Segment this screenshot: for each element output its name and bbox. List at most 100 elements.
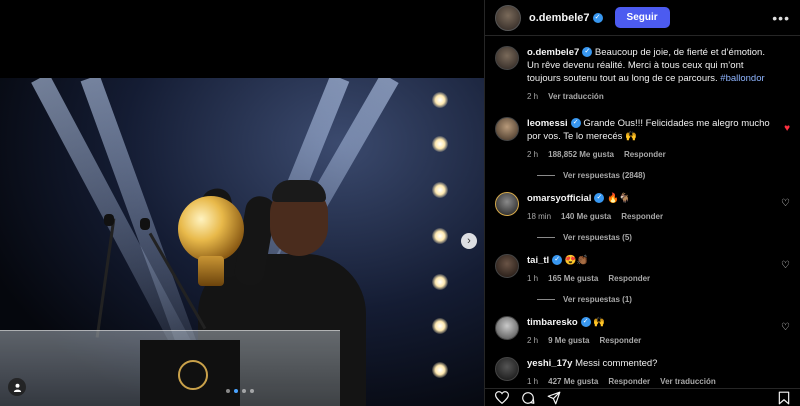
caption-meta: 2 h Ver traducción — [527, 90, 772, 103]
comment-time: 2 h — [527, 150, 539, 159]
verified-badge-icon: ✓ — [580, 317, 591, 328]
comment-text: 🔥🐐 — [607, 193, 631, 204]
instagram-post-view: › o.dembele7 ✓ Seguir ••• o.dembele7 ✓ B… — [0, 0, 800, 406]
comment-time: 1 h — [527, 377, 539, 386]
microphone — [104, 214, 114, 226]
stage-light — [432, 228, 448, 244]
comment-meta: 2 h 9 Me gusta Responder — [527, 334, 641, 347]
view-replies-link[interactable]: Ver respuestas (2848) — [537, 171, 790, 180]
trophy-stem — [198, 256, 224, 286]
comment-likes[interactable]: 9 Me gusta — [548, 334, 589, 347]
follow-button[interactable]: Seguir — [614, 7, 670, 28]
user-tags-button[interactable] — [8, 378, 26, 396]
author-avatar[interactable] — [495, 46, 519, 70]
more-horizontal-icon[interactable]: ••• — [772, 10, 790, 26]
comment-text: 😍👏🏾 — [564, 255, 589, 266]
comment-item: omarsyofficial ✓ 🔥🐐 18 min 140 Me gusta R… — [495, 192, 790, 223]
stage-light — [432, 182, 448, 198]
replies-divider — [537, 299, 555, 300]
comment-likes[interactable]: 188,852 Me gusta — [548, 148, 614, 161]
comment-item: tai_tl ✓ 😍👏🏾 1 h 165 Me gusta Responder ♡ — [495, 254, 790, 285]
comment-item: yeshi_17y Messi commented? 1 h 427 Me gu… — [495, 357, 790, 388]
heart-icon[interactable]: ♡ — [781, 260, 790, 271]
commenter-username[interactable]: omarsyofficial — [527, 193, 591, 204]
replies-divider — [537, 237, 555, 238]
commenter-avatar[interactable] — [495, 192, 519, 216]
translate-link[interactable]: Ver traducción — [660, 375, 716, 388]
author-avatar[interactable] — [495, 4, 521, 31]
verified-badge-icon: ✓ — [552, 255, 563, 266]
carousel-dot-active — [234, 389, 238, 393]
commenter-username[interactable]: timbaresko — [527, 317, 578, 328]
share-icon[interactable] — [547, 391, 561, 405]
bookmark-icon[interactable] — [778, 391, 790, 405]
comment-likes[interactable]: 427 Me gusta — [548, 375, 598, 388]
stage-light — [432, 136, 448, 152]
verified-badge-icon: ✓ — [582, 47, 593, 58]
reply-link[interactable]: Responder — [608, 272, 650, 285]
post-actions-bar — [485, 388, 800, 406]
microphone — [140, 218, 150, 230]
person-hair — [272, 180, 326, 202]
view-replies-label[interactable]: Ver respuestas (2848) — [563, 171, 645, 180]
stage-light — [432, 362, 448, 378]
view-replies-link[interactable]: Ver respuestas (5) — [537, 233, 790, 242]
comment-time: 2 h — [527, 336, 539, 345]
commenter-avatar[interactable] — [495, 316, 519, 340]
comment-item: leomessi ✓ Grande Ous!!! Felicidades me a… — [495, 117, 790, 161]
stage-light — [432, 274, 448, 290]
post-header: o.dembele7 ✓ Seguir ••• — [485, 0, 800, 36]
view-replies-link[interactable]: Ver respuestas (1) — [537, 295, 790, 304]
reply-link[interactable]: Responder — [599, 334, 641, 347]
translate-link[interactable]: Ver traducción — [548, 90, 604, 103]
heart-icon[interactable]: ♡ — [781, 322, 790, 333]
comment-icon[interactable] — [521, 391, 535, 405]
comment-time: 1 h — [527, 274, 539, 283]
ballon-dor-emblem — [178, 360, 208, 390]
comment-text: Messi commented? — [575, 358, 658, 369]
comment-likes[interactable]: 140 Me gusta — [561, 210, 611, 223]
comment-meta: 1 h 427 Me gusta Responder Ver traducció… — [527, 375, 716, 388]
comment-item: timbaresko ✓ 🙌 2 h 9 Me gusta Responder ♡ — [495, 316, 790, 347]
comment-text: 🙌 — [593, 317, 606, 328]
next-media-button[interactable]: › — [461, 233, 477, 249]
commenter-username[interactable]: leomessi — [527, 118, 568, 129]
comment-likes[interactable]: 165 Me gusta — [548, 272, 598, 285]
caption-time: 2 h — [527, 92, 539, 101]
caption-username[interactable]: o.dembele7 — [527, 47, 579, 58]
author-username[interactable]: o.dembele7 — [529, 12, 590, 24]
stage-light — [432, 92, 448, 108]
post-media: › — [0, 0, 484, 406]
commenter-avatar[interactable] — [495, 357, 519, 381]
view-replies-label[interactable]: Ver respuestas (1) — [563, 295, 632, 304]
carousel-dot — [242, 389, 246, 393]
post-caption: o.dembele7 ✓ Beaucoup de joie, de fierté … — [495, 46, 790, 103]
comment-meta: 2 h 188,852 Me gusta Responder — [527, 148, 772, 161]
replies-divider — [537, 175, 555, 176]
comment-meta: 18 min 140 Me gusta Responder — [527, 210, 663, 223]
chevron-right-icon: › — [467, 234, 471, 247]
post-sidebar: o.dembele7 ✓ Seguir ••• o.dembele7 ✓ Beau… — [484, 0, 800, 406]
commenter-avatar[interactable] — [495, 254, 519, 278]
verified-badge-icon: ✓ — [592, 12, 603, 23]
reply-link[interactable]: Responder — [608, 375, 650, 388]
ballon-dor-trophy — [178, 196, 244, 262]
comment-time: 18 min — [527, 212, 552, 221]
reply-link[interactable]: Responder — [624, 148, 666, 161]
stage-light — [432, 318, 448, 334]
comment-meta: 1 h 165 Me gusta Responder — [527, 272, 650, 285]
reply-link[interactable]: Responder — [621, 210, 663, 223]
heart-icon[interactable] — [495, 391, 509, 404]
verified-badge-icon: ✓ — [594, 193, 605, 204]
liked-heart-icon[interactable]: ♥ — [784, 123, 790, 134]
commenter-username[interactable]: tai_tl — [527, 255, 549, 266]
commenter-avatar[interactable] — [495, 117, 519, 141]
view-replies-label[interactable]: Ver respuestas (5) — [563, 233, 632, 242]
user-tag-icon — [13, 383, 21, 392]
post-photo[interactable] — [0, 78, 484, 406]
carousel-indicator — [226, 389, 254, 393]
heart-icon[interactable]: ♡ — [781, 198, 790, 209]
caption-hashtag[interactable]: #ballondor — [720, 73, 764, 84]
commenter-username[interactable]: yeshi_17y — [527, 358, 572, 369]
comments-list: o.dembele7 ✓ Beaucoup de joie, de fierté … — [485, 36, 800, 388]
